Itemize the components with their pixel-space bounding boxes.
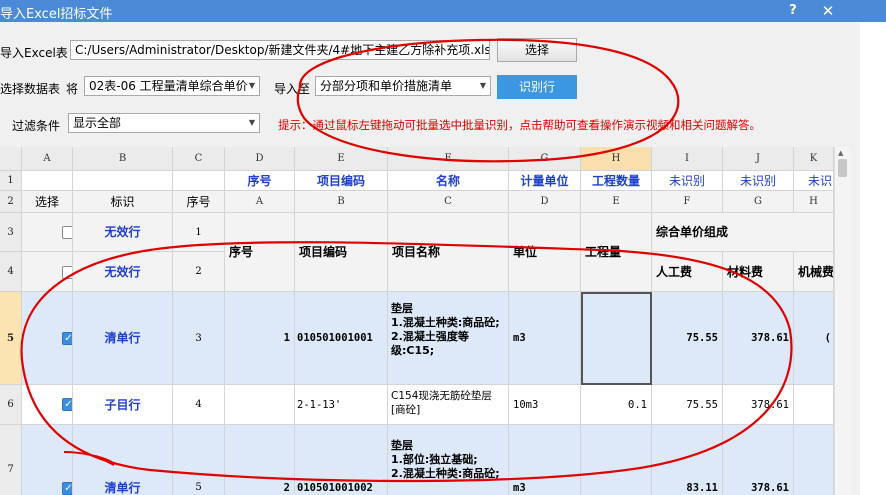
annotation-circle-main <box>20 241 793 483</box>
annotation-tail-stroke <box>63 451 115 466</box>
annotation-circle-top <box>296 38 680 163</box>
red-annotation-overlay <box>20 38 793 483</box>
